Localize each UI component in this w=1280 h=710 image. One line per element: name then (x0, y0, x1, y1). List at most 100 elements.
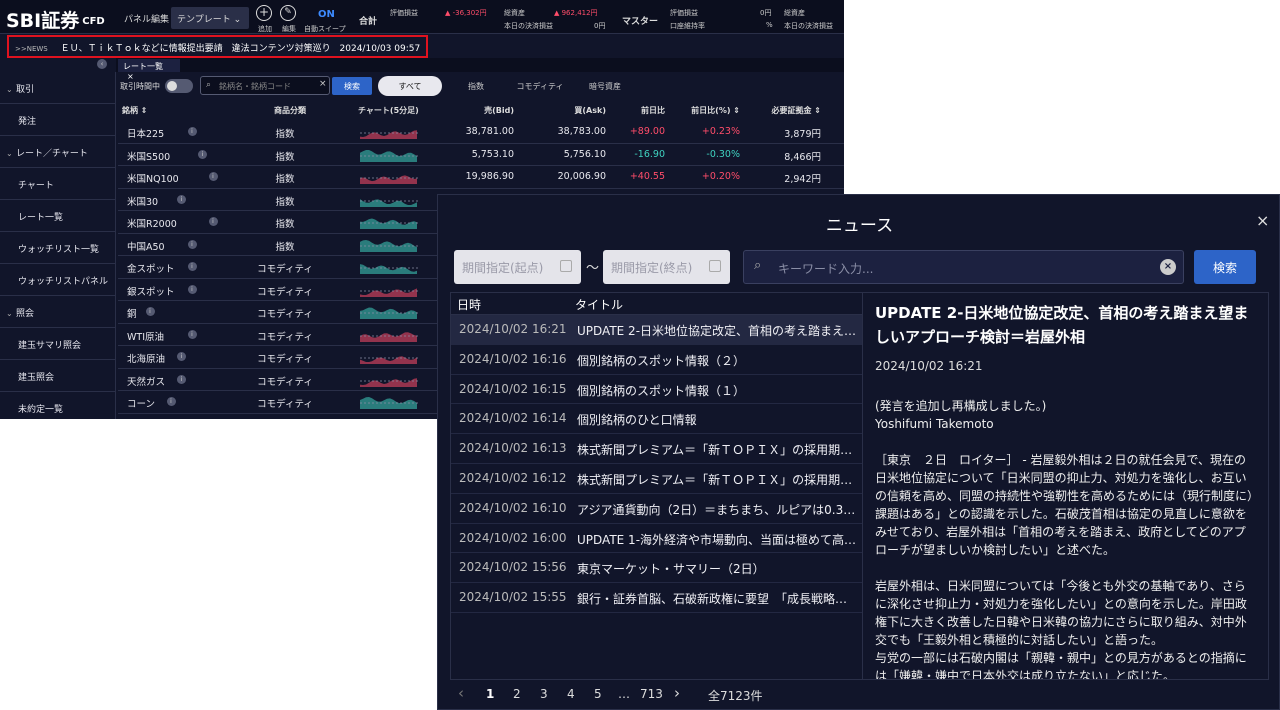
calendar-icon (560, 260, 572, 272)
news-item-date: 2024/10/02 15:55 (459, 590, 567, 605)
news-item-date: 2024/10/02 16:14 (459, 411, 567, 426)
news-item-date: 2024/10/02 16:13 (459, 441, 567, 456)
trade-time-toggle[interactable] (165, 79, 193, 93)
sweep-toggle[interactable]: ON (318, 9, 335, 20)
assets-value: ▲ 962,412円 (554, 9, 598, 17)
sparkline (360, 307, 420, 319)
cell-bid: 38,781.00 (465, 126, 514, 137)
sidebar-item[interactable]: 建玉サマリ照会 (0, 328, 115, 360)
column-header[interactable]: 買(Ask) (574, 105, 606, 116)
sparkline (360, 198, 420, 207)
news-title: ニュース (825, 216, 894, 236)
calendar-icon (709, 260, 721, 272)
news-item-date: 2024/10/02 16:12 (459, 470, 567, 485)
filter-tab[interactable]: 暗号資産 (578, 76, 632, 96)
sidebar-item-label: 発注 (18, 117, 37, 127)
sparkline (360, 331, 420, 342)
sidebar-item[interactable]: チャート (0, 168, 115, 200)
news-item[interactable]: 2024/10/02 16:10 アジア通貨動向（2日）＝まちまち、ルピアは0.3… (451, 494, 862, 524)
page-number: … (618, 687, 630, 701)
news-item[interactable]: 2024/10/02 16:21 UPDATE 2-日米地位協定改定、首相の考え踏… (451, 315, 862, 345)
symbol-search-input[interactable]: ⌕ 銘柄名・銘柄コード × (200, 76, 330, 95)
symbol-search-button[interactable]: 検索 (332, 77, 372, 95)
edit-icon[interactable]: ✎ (280, 5, 296, 21)
sidebar-item[interactable]: 発注 (0, 104, 115, 136)
prev-page-icon[interactable]: ‹ (458, 684, 464, 702)
cell-chg: +89.00 (629, 126, 665, 137)
sidebar-item-label: ウォッチリストパネル (18, 277, 109, 287)
sparkline-area (360, 377, 417, 387)
cell-ask: 20,006.90 (557, 171, 606, 182)
news-item[interactable]: 2024/10/02 16:16 個別銘柄のスポット情報（２） (451, 345, 862, 375)
news-item-date: 2024/10/02 16:16 (459, 351, 567, 366)
sparkline-area (360, 130, 417, 139)
news-item-title: 東京マーケット・サマリー（2日） (577, 562, 765, 577)
table-row[interactable]: 米国S500 i 指数 5,753.10 5,756.10 -16.90 -0.30% 8,4… (118, 144, 844, 166)
clear-icon[interactable]: × (1160, 259, 1176, 275)
column-header[interactable]: 商品分類 (274, 105, 306, 116)
news-item[interactable]: 2024/10/02 16:00 UPDATE 1-海外経済や市場動向、当面は極め… (451, 524, 862, 554)
sidebar-item[interactable]: ⌄ レート／チャート (0, 136, 115, 168)
news-item-date: 2024/10/02 16:21 (459, 322, 567, 336)
page-number[interactable]: 1 (486, 687, 494, 701)
news-item-title: 個別銘柄のスポット情報（１） (577, 383, 746, 398)
date-start-input[interactable]: 期間指定(起点) (454, 250, 581, 284)
clear-icon[interactable]: × (319, 79, 327, 89)
close-icon[interactable]: × (1256, 211, 1269, 230)
top-bar: SBI証券 CFD パネル編集 テンプレート ⌄ + 追加 ✎ 編集 ON 自動ス… (0, 0, 844, 34)
cell-pct: +0.23% (701, 126, 740, 137)
news-item[interactable]: 2024/10/02 16:13 株式新聞プレミアム＝「新ＴＯＰＩＸ」の採用期待銘… (451, 434, 862, 464)
collapse-icon[interactable]: ‹ (97, 59, 107, 69)
column-header[interactable]: 前日比 (641, 105, 665, 116)
news-detail: UPDATE 2-日米地位協定改定、首相の考え踏まえ望ましいアプローチ検討＝岩屋… (863, 292, 1269, 680)
news-item-title: UPDATE 1-海外経済や市場動向、当面は極めて高い注意 (577, 532, 859, 547)
add-icon[interactable]: + (256, 5, 272, 21)
sidebar-item[interactable]: レート一覧 (0, 200, 115, 232)
tab-rate-list[interactable]: レート一覧 × (118, 59, 180, 81)
master-margin-value: % (766, 21, 773, 29)
column-header[interactable]: 必要証拠金 ⇕ (772, 105, 822, 116)
filter-tab[interactable]: 指数 (452, 76, 500, 96)
news-item[interactable]: 2024/10/02 15:55 銀行・証券首脳、石破新政権に要望 「成長戦略の実… (451, 583, 862, 613)
keyword-search-button[interactable]: 検索 (1194, 250, 1256, 284)
news-item[interactable]: 2024/10/02 16:12 株式新聞プレミアム＝「新ＴＯＰＩＸ」の採用期待銘… (451, 464, 862, 494)
page-number[interactable]: 5 (594, 687, 602, 701)
keyword-input[interactable]: ⌕ キーワード入力... (743, 250, 1184, 284)
search-icon: ⌕ (206, 80, 212, 90)
news-item-title: 個別銘柄のひと口情報 (577, 413, 697, 428)
sidebar-item[interactable]: 未約定一覧 (0, 392, 115, 419)
sidebar-item[interactable]: 建玉照会 (0, 360, 115, 392)
news-item[interactable]: 2024/10/02 15:56 東京マーケット・サマリー（2日） (451, 553, 862, 584)
pl-value: ▲ -36,302円 (445, 9, 487, 17)
sidebar-item-label: チャート (18, 181, 54, 191)
table-row[interactable]: 米国NQ100 i 指数 19,986.90 20,006.90 +40.55 +0.20%… (118, 166, 844, 189)
page-number[interactable]: 3 (540, 687, 548, 701)
sidebar-item[interactable]: ウォッチリスト一覧 (0, 232, 115, 264)
page-number[interactable]: 2 (513, 687, 521, 701)
news-item[interactable]: 2024/10/02 16:14 個別銘柄のひと口情報 (451, 404, 862, 435)
filter-tab[interactable]: コモディティ (503, 76, 577, 96)
sparkline (360, 175, 420, 184)
date-end-input[interactable]: 期間指定(終点) (603, 250, 730, 284)
filter-tab[interactable]: すべて (378, 76, 442, 96)
news-item[interactable]: 2024/10/02 16:15 個別銘柄のスポット情報（１） (451, 375, 862, 405)
column-header[interactable]: 売(Bid) (484, 105, 514, 116)
column-header[interactable]: チャート(5分足) (358, 105, 419, 116)
close-icon[interactable]: × (127, 72, 134, 81)
template-select[interactable]: テンプレート ⌄ (171, 7, 249, 29)
news-item-date: 2024/10/02 16:10 (459, 500, 567, 515)
page-number[interactable]: 713 (640, 687, 663, 701)
edit-label: 編集 (282, 25, 296, 33)
column-header[interactable]: 前日比(%) ⇕ (691, 105, 740, 116)
master-assets-label: 総資産 (784, 9, 805, 17)
sidebar-item[interactable]: ウォッチリストパネル (0, 264, 115, 296)
cell-chg: +40.55 (629, 171, 665, 182)
next-page-icon[interactable]: › (674, 684, 680, 702)
column-header[interactable]: 銘柄 ⇕ (122, 105, 148, 116)
page-number[interactable]: 4 (567, 687, 575, 701)
table-row[interactable]: 日本225 i 指数 38,781.00 38,783.00 +89.00 +0.23% 3,… (118, 121, 844, 144)
cell-margin: 8,466円 (784, 151, 821, 163)
news-ticker[interactable]: >>NEWS ＥＵ、ＴｉｋＴｏｋなどに情報提出要請 違法コンテンツ対策巡り 20… (7, 35, 428, 58)
sidebar-item[interactable]: ⌄ 取引 (0, 72, 115, 104)
sidebar-item[interactable]: ⌄ 照会 (0, 296, 115, 328)
